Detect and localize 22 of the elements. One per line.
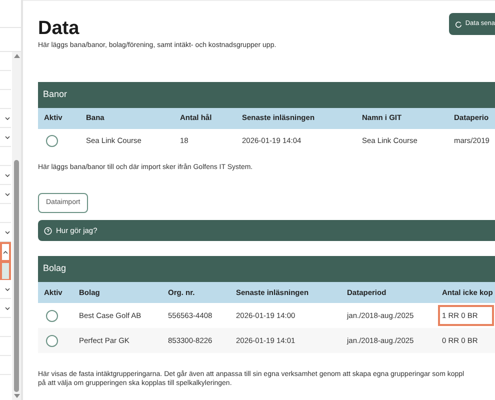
radio-button[interactable] [46,310,58,322]
chevron-down-icon [5,192,10,196]
scrollbar[interactable] [12,52,21,400]
chevron-down-icon [5,136,10,138]
chevron-up-icon [3,250,8,254]
scroll-up-icon[interactable] [14,54,20,58]
scrollbar-thumb[interactable] [14,160,20,392]
table-title: Bolag [43,262,66,276]
chevron-down-icon [5,116,10,120]
radio-button[interactable] [46,135,58,147]
table-title: Banor [43,88,68,101]
help-icon [44,226,52,234]
chevron-down-icon [5,288,10,290]
chevron-down-icon [5,174,10,176]
radio-button[interactable] [46,334,58,346]
page-title: Data [38,17,80,41]
refresh-icon [455,20,462,28]
sidebar-item[interactable] [0,261,12,280]
scroll-down-icon[interactable] [14,394,20,398]
chevron-down-icon [5,230,10,234]
chevron-down-icon [5,306,10,310]
sidebar-item[interactable] [0,242,12,261]
